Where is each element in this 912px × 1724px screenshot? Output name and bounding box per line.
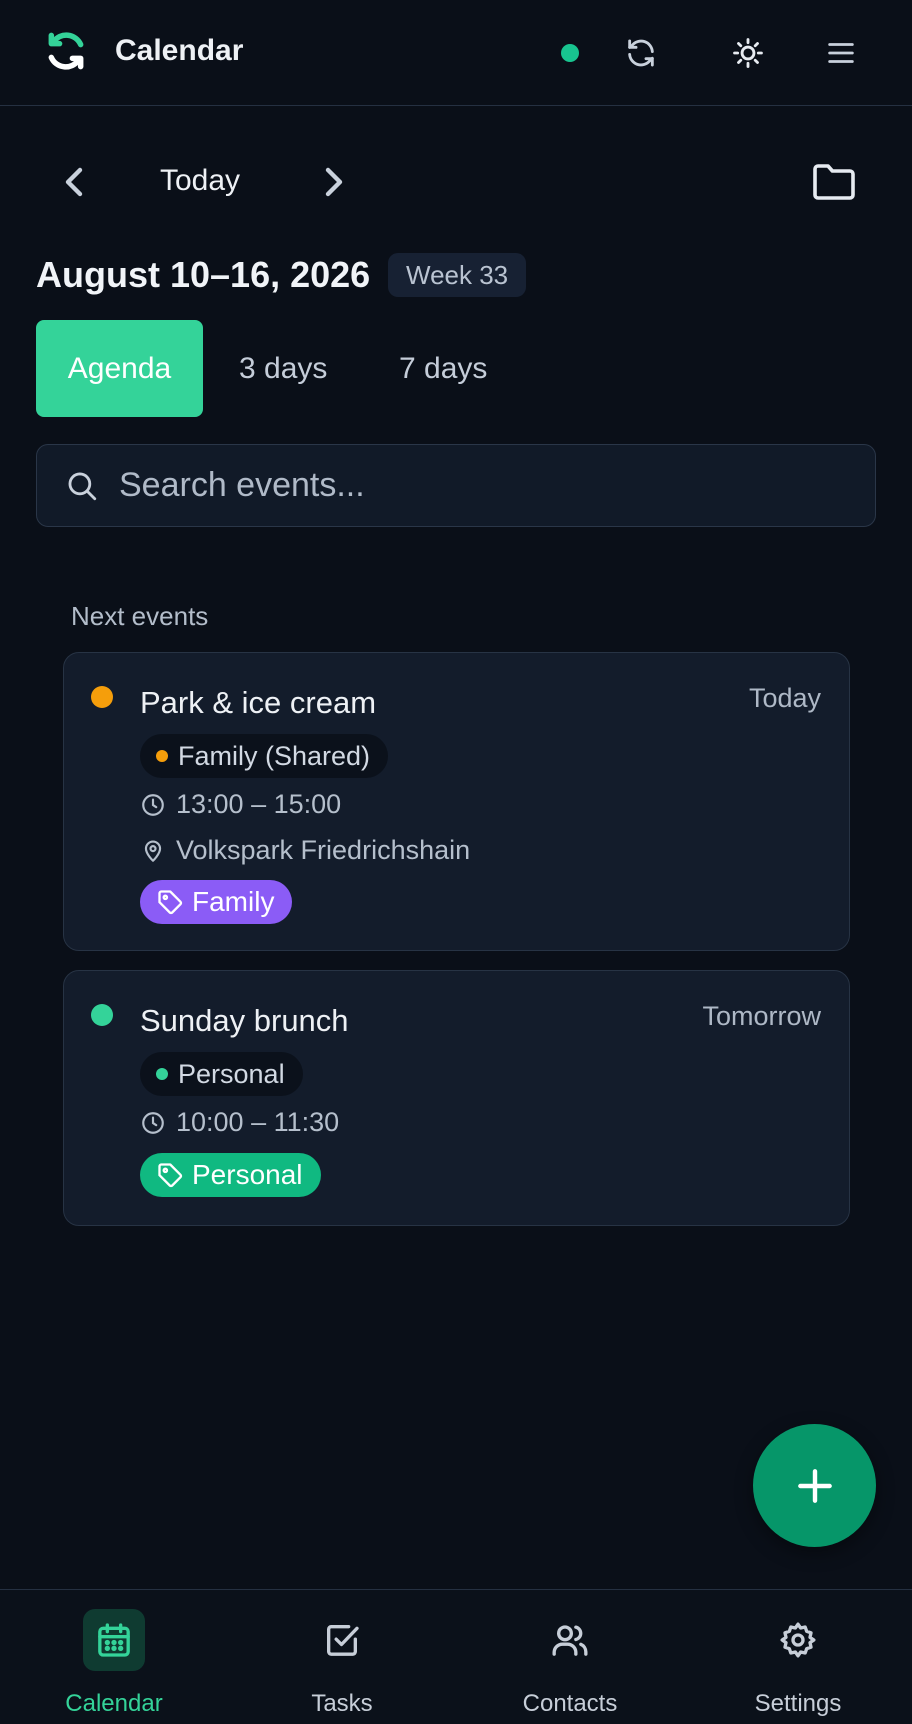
- calendar-name: Personal: [178, 1058, 285, 1089]
- event-time: 13:00 – 15:00: [176, 789, 342, 819]
- event-location-row: Volkspark Friedrichshain: [140, 835, 470, 866]
- folder-icon: [810, 160, 858, 204]
- previous-period-button[interactable]: [56, 158, 92, 206]
- nav-item-settings[interactable]: Settings: [684, 1590, 912, 1724]
- event-tag[interactable]: Family: [140, 880, 293, 924]
- calendar-color-dot: [156, 750, 168, 762]
- chevron-left-icon: [56, 158, 92, 206]
- today-button[interactable]: Today: [160, 164, 240, 198]
- nav-item-contacts[interactable]: Contacts: [456, 1590, 684, 1724]
- tag-label: Personal: [192, 1159, 303, 1190]
- event-title: Park & ice cream: [140, 685, 377, 720]
- event-location: Volkspark Friedrichshain: [176, 835, 471, 865]
- nav-label: Settings: [754, 1690, 842, 1717]
- calendars-folder-button[interactable]: [810, 160, 858, 204]
- top-bar: Calendar: [0, 0, 912, 106]
- nav-item-tasks[interactable]: Tasks: [228, 1590, 456, 1724]
- section-label-next-events: Next events: [71, 601, 209, 631]
- checkbox-icon: [311, 1609, 373, 1671]
- event-color-dot: [91, 1004, 113, 1026]
- event-time-row: 10:00 – 11:30: [140, 1107, 339, 1138]
- search-icon: [65, 469, 99, 503]
- tag-icon: [156, 888, 192, 916]
- calendar-chip: Family (Shared): [140, 734, 389, 778]
- event-time: 10:00 – 11:30: [176, 1107, 340, 1137]
- calendar-color-dot: [156, 1068, 168, 1080]
- sync-logo-icon: [44, 29, 88, 73]
- connection-status-indicator: [561, 44, 579, 62]
- tab-agenda[interactable]: Agenda: [36, 320, 203, 417]
- add-event-button[interactable]: [753, 1424, 876, 1547]
- tag-icon: [156, 1161, 192, 1189]
- event-card[interactable]: Sunday brunch Tomorrow Personal 10:00 – …: [63, 970, 850, 1226]
- date-range-title: August 10–16, 2026: [36, 254, 371, 295]
- event-color-dot: [91, 686, 113, 708]
- tab-7-days[interactable]: 7 days: [399, 320, 487, 417]
- week-badge: Week 33: [388, 253, 527, 297]
- event-card[interactable]: Park & ice cream Today Family (Shared) 1…: [63, 652, 850, 951]
- event-title: Sunday brunch: [140, 1003, 349, 1038]
- tag-label: Family: [192, 886, 275, 917]
- nav-item-calendar[interactable]: Calendar: [0, 1590, 228, 1724]
- calendar-icon: [83, 1609, 145, 1671]
- event-tag[interactable]: Personal: [140, 1153, 321, 1197]
- nav-label: Calendar: [65, 1690, 163, 1717]
- theme-toggle-button[interactable]: [725, 30, 771, 76]
- event-time-row: 13:00 – 15:00: [140, 789, 341, 820]
- calendar-name: Family (Shared): [178, 740, 371, 771]
- menu-button[interactable]: [818, 30, 864, 76]
- tab-3-days[interactable]: 3 days: [239, 320, 327, 417]
- nav-label: Contacts: [522, 1690, 618, 1717]
- theme-toggle-icon: [731, 36, 765, 70]
- calendar-chip: Personal: [140, 1052, 303, 1096]
- clock-icon: [140, 792, 176, 818]
- search-input[interactable]: [119, 455, 875, 516]
- app-title: Calendar: [115, 34, 244, 67]
- clock-icon: [140, 1110, 176, 1136]
- event-day-label: Tomorrow: [702, 1001, 821, 1031]
- refresh-icon: [624, 36, 658, 70]
- chevron-right-icon: [316, 158, 352, 206]
- gear-icon: [767, 1609, 829, 1671]
- location-pin-icon: [140, 838, 176, 864]
- users-icon: [539, 1609, 601, 1671]
- nav-label: Tasks: [311, 1690, 373, 1717]
- search-box: [36, 444, 876, 527]
- plus-icon: [793, 1464, 837, 1508]
- next-period-button[interactable]: [316, 158, 352, 206]
- menu-icon: [824, 36, 858, 70]
- event-day-label: Today: [748, 683, 821, 713]
- bottom-navigation: Calendar Tasks Contacts Settings: [0, 1589, 912, 1724]
- refresh-button[interactable]: [618, 30, 664, 76]
